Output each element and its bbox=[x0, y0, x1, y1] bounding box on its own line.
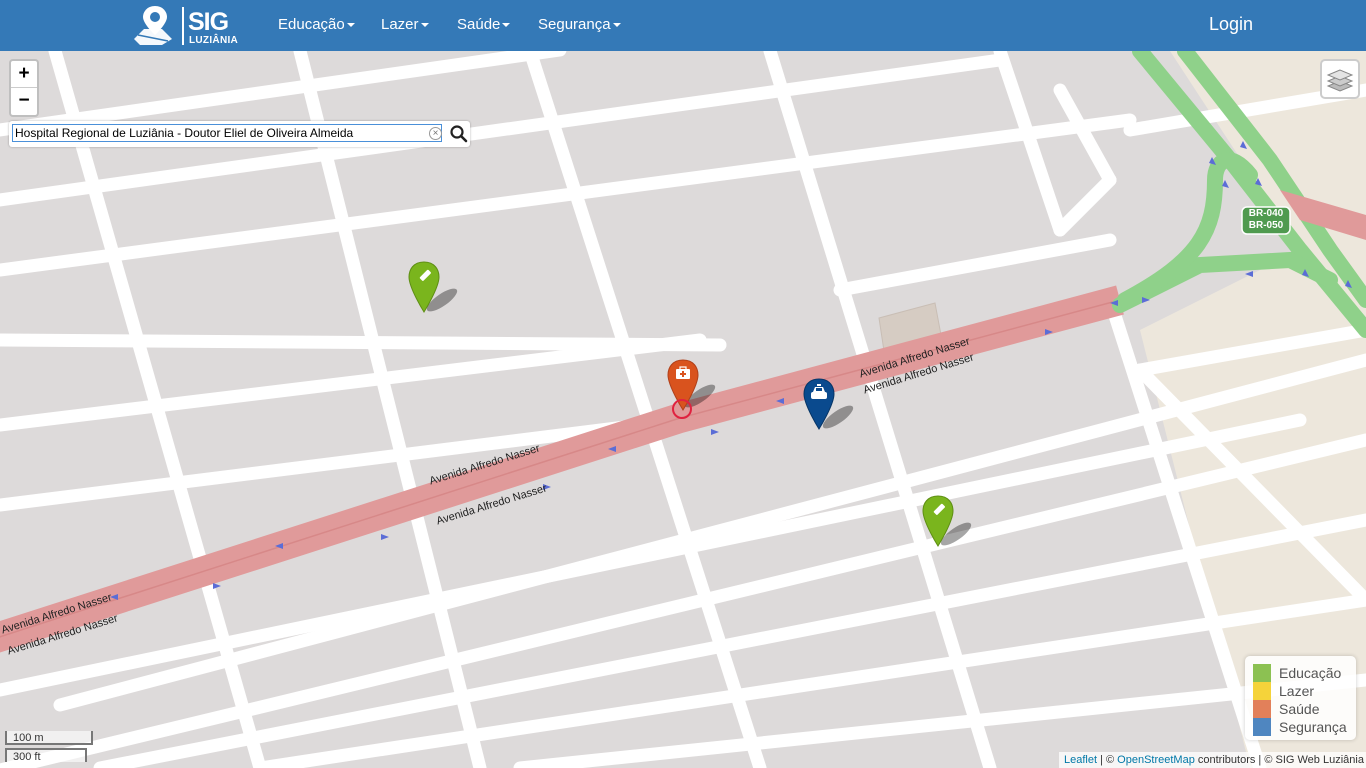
top-navbar: SIG LUZIÂNIA Educação Lazer Saúde Segura… bbox=[0, 0, 1366, 51]
nav-item-label: Saúde bbox=[457, 16, 501, 33]
health-marker[interactable] bbox=[662, 358, 732, 426]
nav-item-educacao[interactable]: Educação bbox=[278, 16, 355, 33]
nav-item-seguranca[interactable]: Segurança bbox=[538, 16, 621, 33]
legend-label: Educação bbox=[1279, 665, 1342, 681]
education-marker[interactable] bbox=[404, 260, 474, 318]
legend-swatch bbox=[1253, 664, 1271, 682]
map-canvas[interactable]: BR-040 BR-050 Avenida Alfredo Nasser Ave… bbox=[0, 51, 1366, 768]
map-pin-logo-icon bbox=[134, 6, 172, 45]
brand-name: SIG bbox=[188, 8, 229, 36]
legend-swatch bbox=[1253, 682, 1271, 700]
legend-label: Saúde bbox=[1279, 701, 1320, 717]
legend-label: Segurança bbox=[1279, 719, 1347, 735]
map-attribution: Leaflet | © OpenStreetMap contributors |… bbox=[1059, 752, 1366, 768]
caret-down-icon bbox=[346, 23, 355, 28]
nav-item-label: Educação bbox=[278, 16, 345, 33]
nav-item-label: Lazer bbox=[381, 16, 419, 33]
legend-swatch bbox=[1253, 700, 1271, 718]
openstreetmap-link[interactable]: OpenStreetMap bbox=[1117, 754, 1195, 766]
caret-down-icon bbox=[420, 23, 429, 28]
scale-imperial: 300 ft bbox=[5, 748, 87, 763]
attribution-text: contributors | © SIG Web Luziânia bbox=[1194, 754, 1364, 766]
brand-subtitle: LUZIÂNIA bbox=[189, 35, 239, 46]
nav-item-saude[interactable]: Saúde bbox=[457, 16, 511, 33]
brand-logo[interactable]: SIG LUZIÂNIA bbox=[132, 5, 242, 47]
nav-item-label: Segurança bbox=[538, 16, 611, 33]
legend-label: Lazer bbox=[1279, 683, 1315, 699]
attribution-separator: | © bbox=[1097, 754, 1118, 766]
search-control: × bbox=[9, 121, 470, 147]
clear-x-icon[interactable]: × bbox=[429, 127, 442, 140]
highway-shield-line-1: BR-040 bbox=[1248, 208, 1284, 219]
security-marker[interactable] bbox=[798, 377, 868, 435]
zoom-control: + − bbox=[9, 59, 39, 117]
zoom-out-button[interactable]: − bbox=[11, 88, 37, 114]
highway-shield-line-2: BR-050 bbox=[1248, 220, 1284, 231]
map-legend: Educação Lazer Saúde Segurança bbox=[1245, 656, 1356, 740]
brand-divider bbox=[182, 7, 184, 45]
education-marker[interactable] bbox=[918, 494, 988, 552]
leaflet-link[interactable]: Leaflet bbox=[1064, 754, 1097, 766]
scale-metric: 100 m bbox=[5, 731, 93, 745]
zoom-in-button[interactable]: + bbox=[11, 61, 37, 88]
layers-control-button[interactable] bbox=[1320, 59, 1360, 99]
layers-icon bbox=[1326, 69, 1354, 92]
magnifier-icon[interactable] bbox=[449, 124, 469, 144]
caret-down-icon bbox=[612, 23, 621, 28]
search-input[interactable] bbox=[12, 124, 442, 142]
caret-down-icon bbox=[502, 23, 511, 28]
legend-swatch bbox=[1253, 718, 1271, 736]
login-link[interactable]: Login bbox=[1209, 14, 1253, 35]
nav-item-lazer[interactable]: Lazer bbox=[381, 16, 429, 33]
